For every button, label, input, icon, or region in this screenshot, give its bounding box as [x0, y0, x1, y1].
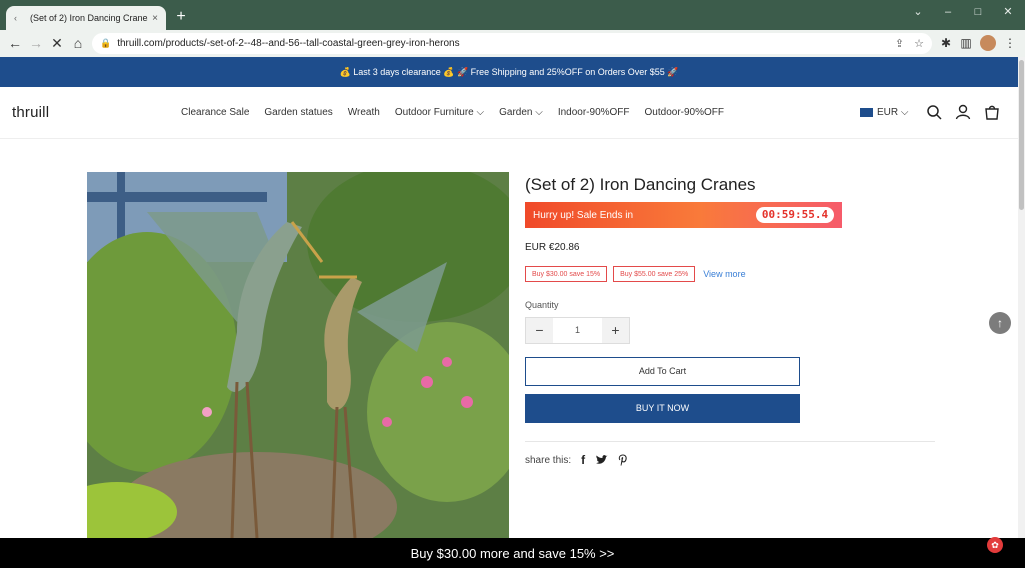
- buy-it-now-button[interactable]: BUY IT NOW: [525, 394, 800, 423]
- share-row: share this: f: [525, 453, 628, 467]
- quantity-label: Quantity: [525, 300, 559, 310]
- nav-item-clearance-sale[interactable]: Clearance Sale: [181, 107, 249, 118]
- quantity-stepper: − 1 +: [525, 317, 630, 344]
- sale-countdown-banner: Hurry up! Sale Ends in 00:59:55.4: [525, 202, 842, 228]
- divider: [525, 441, 935, 442]
- menu-icon[interactable]: ⋮: [1002, 35, 1018, 51]
- bookmark-star-icon[interactable]: ☆: [914, 37, 924, 50]
- countdown-timer: 00:59:55.4: [756, 207, 834, 223]
- free-offer-bar[interactable]: Buy $30.00 more and save 15% >>: [0, 538, 1025, 568]
- share-page-icon[interactable]: ⇪: [895, 37, 904, 50]
- lock-icon: 🔒: [100, 38, 112, 48]
- account-icon[interactable]: [955, 104, 971, 120]
- nav-item-outdoor-furniture[interactable]: Outdoor Furniture ⌵: [395, 107, 484, 118]
- stop-loading-icon[interactable]: ✕: [48, 34, 66, 52]
- main-nav: Clearance Sale Garden statues Wreath Out…: [181, 107, 724, 118]
- add-to-cart-button[interactable]: Add To Cart: [525, 357, 800, 386]
- side-panel-icon[interactable]: ▥: [958, 35, 974, 51]
- browser-toolbar: ← → ✕ ⌂ 🔒 thruill.com/products/-set-of-2…: [0, 30, 1025, 57]
- tab-close-icon[interactable]: ×: [152, 13, 158, 24]
- cart-icon[interactable]: [984, 104, 1000, 120]
- extensions-icon[interactable]: ✱: [938, 35, 954, 51]
- product-image[interactable]: [87, 172, 509, 538]
- tab-title: (Set of 2) Iron Dancing Cranes - t: [30, 13, 148, 23]
- sale-banner-text: Hurry up! Sale Ends in: [533, 209, 634, 221]
- share-label: share this:: [525, 454, 572, 466]
- volume-offers: Buy $30.00 save 15% Buy $55.00 save 25% …: [525, 266, 746, 282]
- view-more-link[interactable]: View more: [703, 269, 745, 279]
- product-info: (Set of 2) Iron Dancing Cranes Hurry up!…: [525, 172, 935, 467]
- browser-tab[interactable]: ‹ (Set of 2) Iron Dancing Cranes - t ×: [6, 6, 166, 30]
- scrollbar-thumb[interactable]: [1019, 60, 1024, 210]
- offer-badge: Buy $30.00 save 15%: [525, 266, 608, 282]
- eu-flag-icon: [860, 108, 873, 117]
- nav-item-garden[interactable]: Garden ⌵: [499, 107, 543, 118]
- nav-item-indoor[interactable]: Indoor-90%OFF: [558, 107, 630, 118]
- offer-badge: Buy $55.00 save 25%: [613, 266, 696, 282]
- quantity-input[interactable]: 1: [553, 318, 602, 343]
- gift-icon[interactable]: ✿: [987, 537, 1003, 553]
- home-icon[interactable]: ⌂: [69, 34, 87, 52]
- search-icon[interactable]: [926, 104, 942, 120]
- site-header: thruill Clearance Sale Garden statues Wr…: [0, 87, 1018, 139]
- announcement-bar: 💰 Last 3 days clearance 💰 🚀 Free Shippin…: [0, 57, 1018, 87]
- tab-search-icon[interactable]: ⌄: [908, 4, 928, 20]
- site-logo[interactable]: thruill: [12, 104, 49, 121]
- address-bar[interactable]: 🔒 thruill.com/products/-set-of-2--48--an…: [92, 33, 932, 54]
- maximize-button[interactable]: □: [968, 4, 988, 20]
- currency-selector[interactable]: EUR ⌵: [860, 107, 908, 118]
- decrease-quantity-button[interactable]: −: [526, 318, 553, 343]
- product-price: EUR €20.86: [525, 242, 580, 253]
- favicon-icon: ‹: [14, 13, 17, 23]
- browser-chrome: ‹ (Set of 2) Iron Dancing Cranes - t × +…: [0, 0, 1025, 57]
- new-tab-button[interactable]: +: [172, 8, 190, 26]
- minimize-button[interactable]: –: [938, 4, 958, 20]
- currency-label: EUR ⌵: [877, 107, 909, 118]
- back-to-top-button[interactable]: ↑: [989, 312, 1011, 334]
- facebook-icon[interactable]: f: [581, 453, 585, 467]
- url-text[interactable]: thruill.com/products/-set-of-2--48--and-…: [117, 38, 885, 49]
- close-window-button[interactable]: ✕: [998, 4, 1018, 20]
- twitter-icon[interactable]: [595, 454, 608, 466]
- crane-sculpture-photo: [87, 172, 509, 538]
- increase-quantity-button[interactable]: +: [602, 318, 629, 343]
- back-icon[interactable]: ←: [6, 34, 24, 52]
- nav-item-garden-statues[interactable]: Garden statues: [264, 107, 332, 118]
- tab-strip: ‹ (Set of 2) Iron Dancing Cranes - t × +…: [0, 0, 1025, 30]
- profile-avatar[interactable]: [980, 35, 996, 51]
- forward-icon[interactable]: →: [27, 34, 45, 52]
- pinterest-icon[interactable]: [618, 454, 628, 466]
- product-title: (Set of 2) Iron Dancing Cranes: [525, 175, 756, 194]
- nav-item-outdoor[interactable]: Outdoor-90%OFF: [645, 107, 724, 118]
- nav-item-wreath[interactable]: Wreath: [348, 107, 380, 118]
